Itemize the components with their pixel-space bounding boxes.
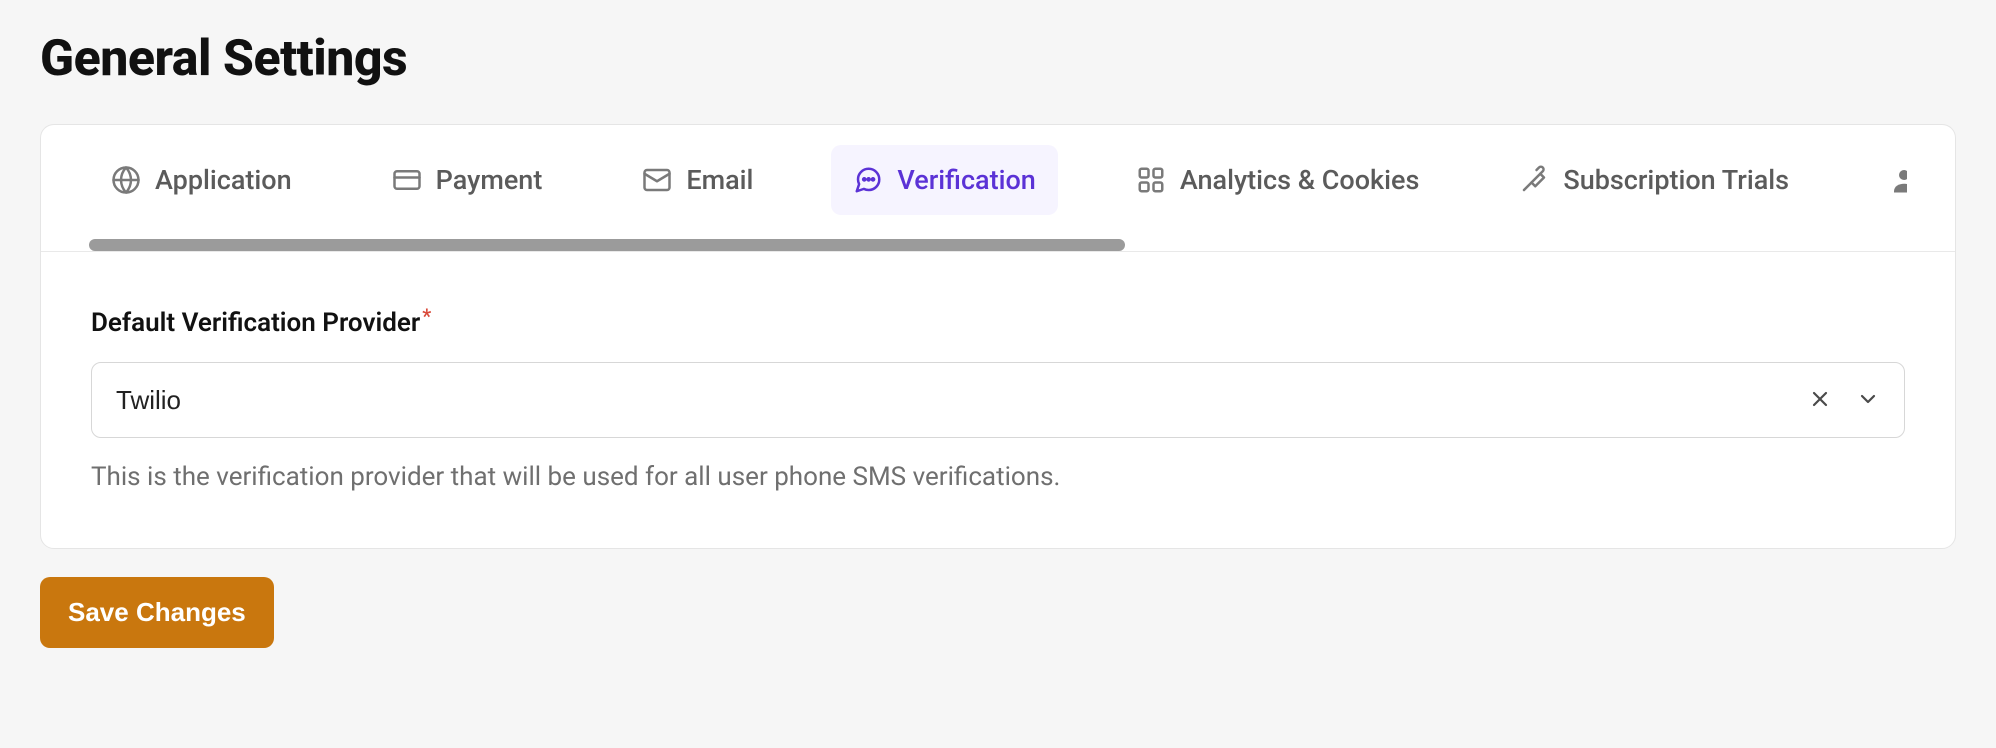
tab-application[interactable]: Application: [89, 145, 314, 215]
tabs-scrollbar[interactable]: [89, 235, 1907, 251]
tab-verification[interactable]: Verification: [831, 145, 1057, 215]
tab-analytics-cookies[interactable]: Analytics & Cookies: [1114, 145, 1442, 215]
page-title: General Settings: [40, 30, 1956, 88]
verification-provider-input[interactable]: [116, 385, 1804, 416]
save-changes-button[interactable]: Save Changes: [40, 577, 274, 648]
tabs-list: Application Payment Email Verification: [89, 145, 1907, 215]
dropdown-toggle[interactable]: [1852, 383, 1884, 418]
tab-email[interactable]: Email: [620, 145, 775, 215]
tab-label: Verification: [897, 167, 1035, 194]
close-icon: [1808, 387, 1832, 414]
envelope-icon: [642, 165, 672, 195]
field-label-text: Default Verification Provider: [91, 308, 420, 338]
panel-body: Default Verification Provider *: [41, 252, 1955, 548]
dashboard-icon: [1136, 165, 1166, 195]
eyedropper-icon: [1519, 165, 1549, 195]
verification-provider-select[interactable]: [91, 362, 1905, 438]
tab-payment[interactable]: Payment: [370, 145, 565, 215]
tab-label: Subscription Trials: [1563, 167, 1789, 194]
tab-label: Payment: [436, 167, 543, 194]
tab-label: Analytics & Cookies: [1180, 167, 1420, 194]
required-indicator: *: [422, 304, 431, 328]
globe-icon: [111, 165, 141, 195]
chevron-down-icon: [1856, 387, 1880, 414]
save-bar: Save Changes: [40, 577, 1956, 648]
select-value[interactable]: [116, 385, 1804, 416]
tab-label: Application: [155, 167, 292, 194]
select-actions: [1804, 383, 1884, 418]
tabs-container: Application Payment Email Verification: [41, 125, 1955, 252]
credit-card-icon: [392, 165, 422, 195]
settings-panel: Application Payment Email Verification: [40, 124, 1956, 549]
user-icon: [1889, 165, 1907, 195]
field-default-verification-provider: Default Verification Provider *: [91, 308, 1905, 492]
field-label: Default Verification Provider *: [91, 308, 431, 338]
tab-customer[interactable]: Customer: [1867, 145, 1907, 215]
tab-label: Email: [686, 167, 753, 194]
chat-dots-icon: [853, 165, 883, 195]
field-help-text: This is the verification provider that w…: [91, 462, 1905, 492]
tab-subscription-trials[interactable]: Subscription Trials: [1497, 145, 1811, 215]
clear-button[interactable]: [1804, 383, 1836, 418]
